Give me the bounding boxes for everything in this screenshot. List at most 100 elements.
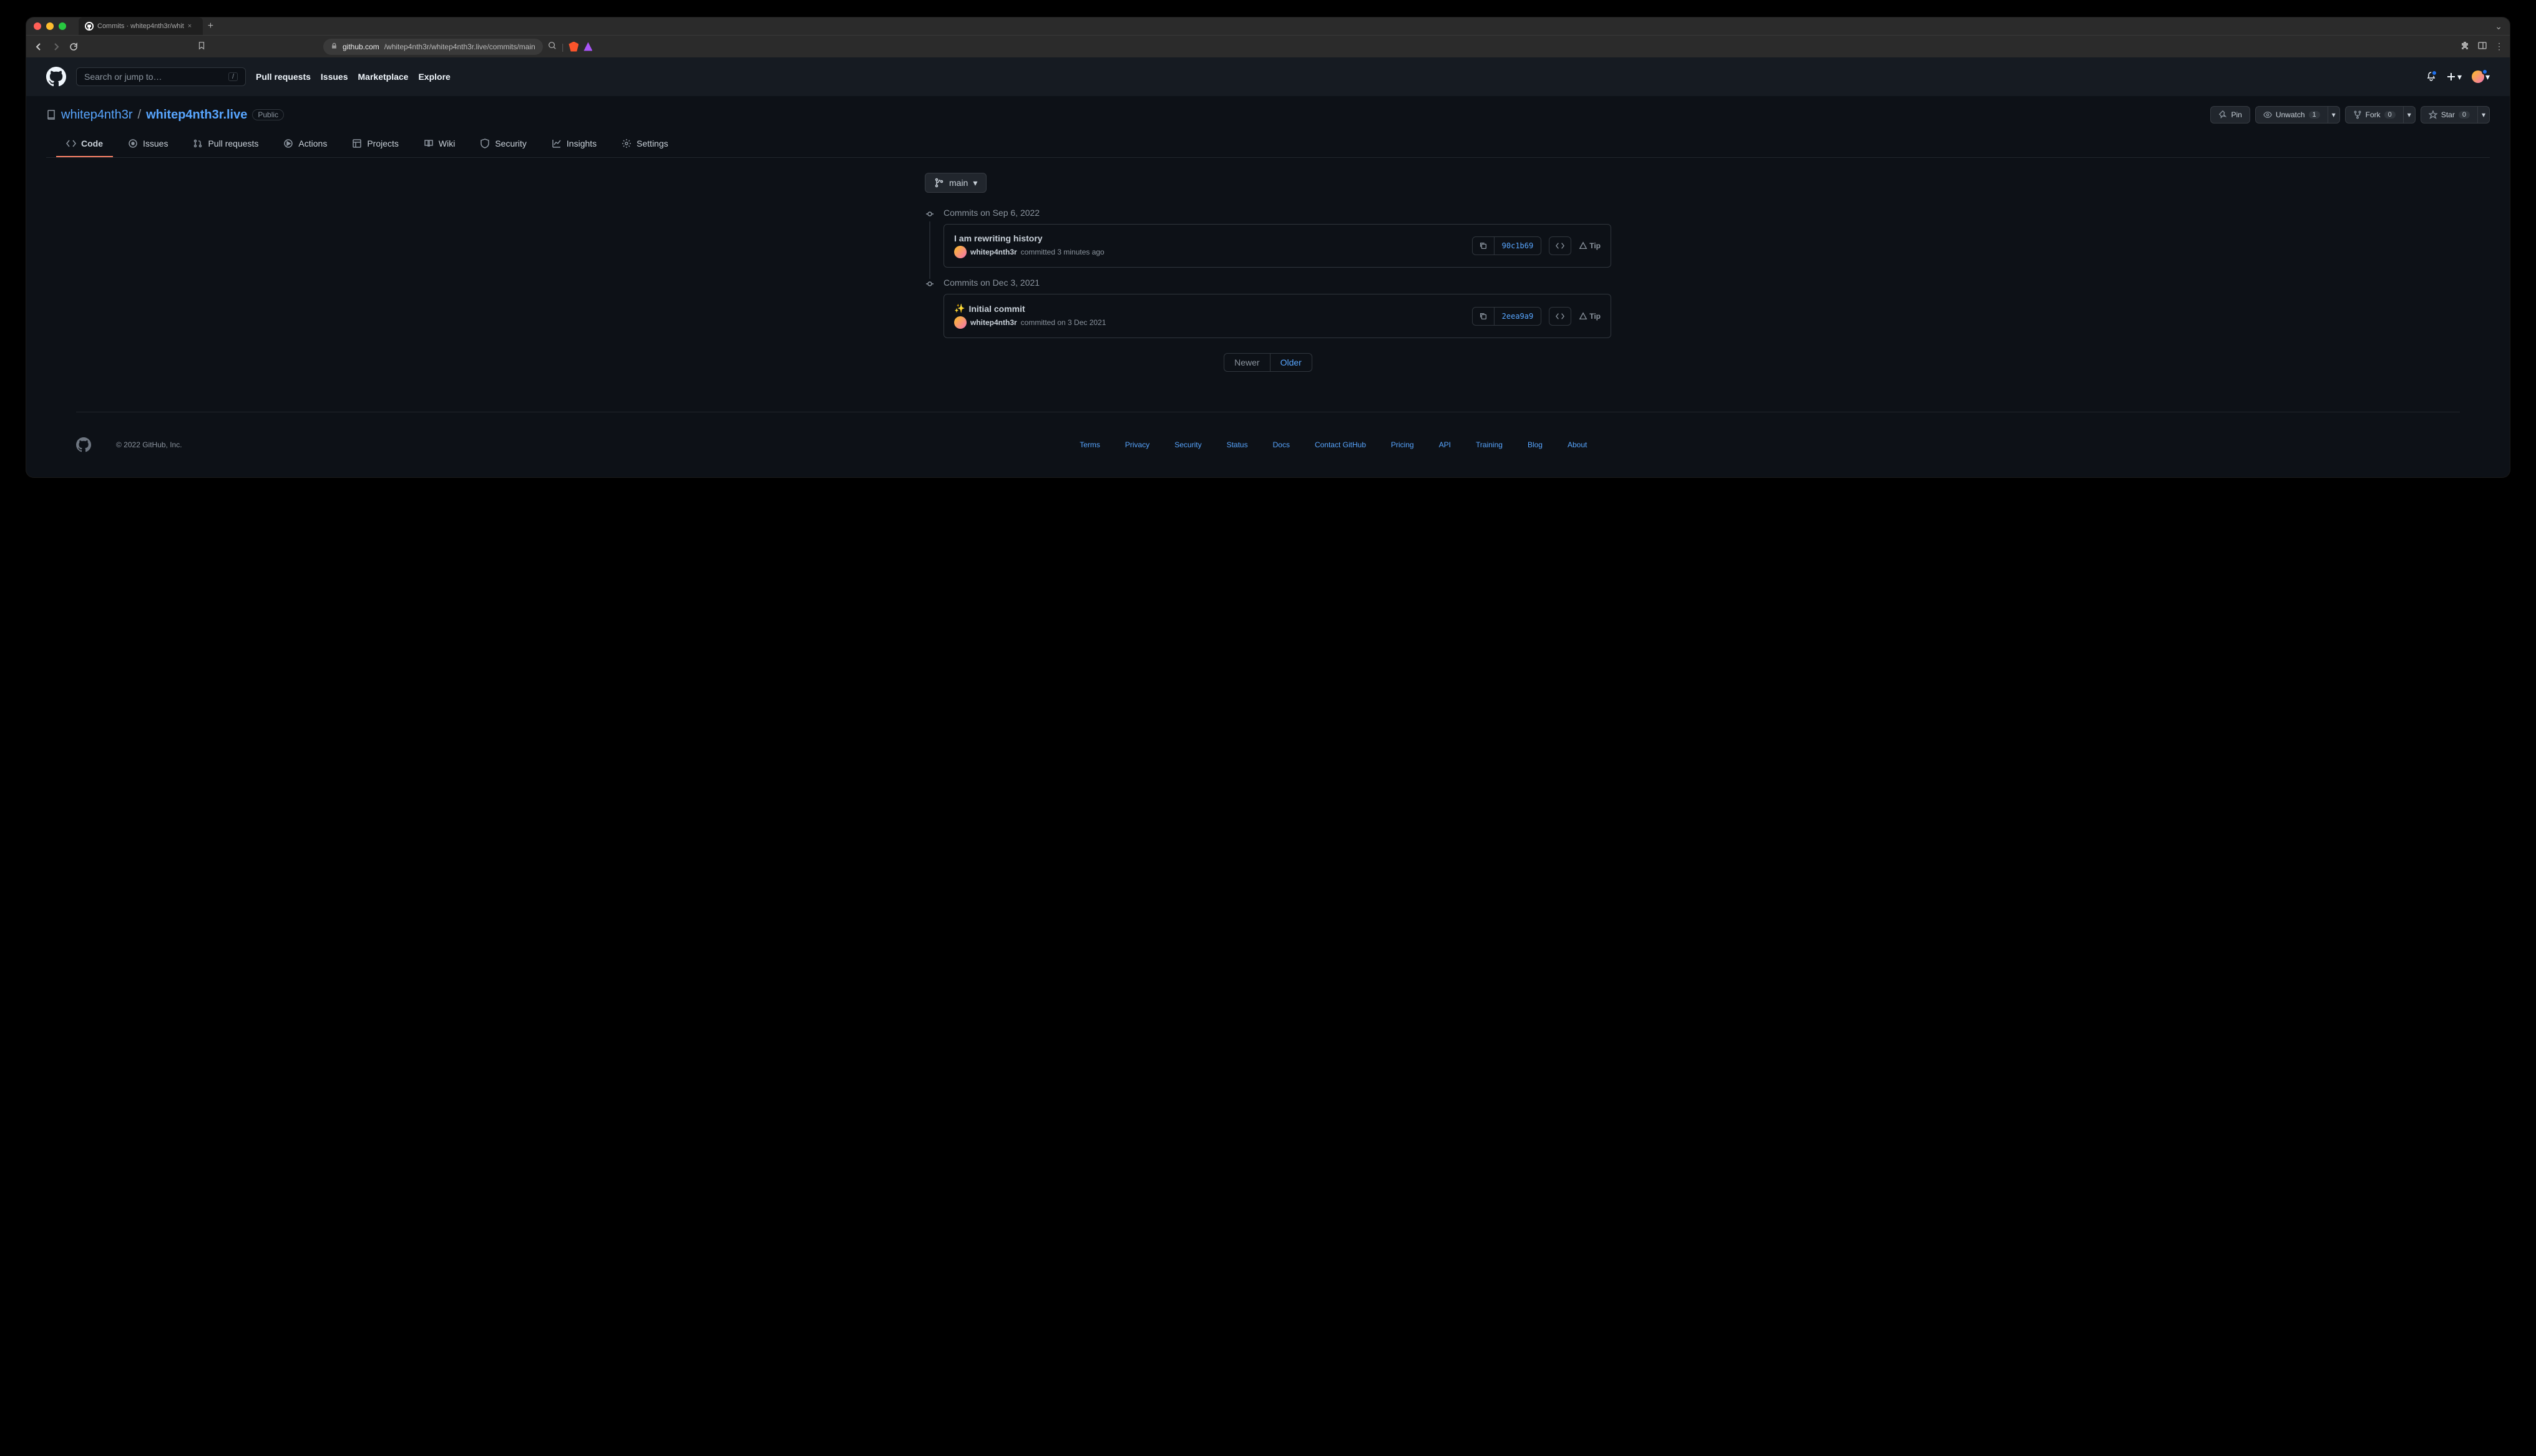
star-button[interactable]: Star0 (2421, 106, 2478, 124)
github-logo[interactable] (46, 67, 66, 87)
new-tab-button[interactable]: + (208, 21, 213, 32)
footer-link-training[interactable]: Training (1476, 440, 1503, 449)
tab-code[interactable]: Code (56, 133, 113, 157)
tip-button[interactable]: Tip (1579, 312, 1601, 321)
browser-window: Commits · whitep4nth3r/whit × + ⌄ github… (26, 17, 2510, 477)
github-mark-icon[interactable] (76, 437, 91, 452)
tab-issues[interactable]: Issues (118, 133, 178, 157)
browse-code-button[interactable] (1549, 307, 1571, 326)
global-nav: Pull requests Issues Marketplace Explore (256, 72, 451, 82)
pin-button[interactable]: Pin (2210, 106, 2250, 124)
star-icon (2429, 110, 2437, 119)
repo-actions: Pin Unwatch1 ▾ Fork0 ▾ Star0 ▾ (2210, 106, 2490, 124)
footer-link-about[interactable]: About (1568, 440, 1587, 449)
footer-link-api[interactable]: API (1439, 440, 1451, 449)
copy-icon (1479, 241, 1488, 250)
graph-icon (552, 138, 562, 148)
owner-link[interactable]: whitep4nth3r (61, 108, 133, 122)
footer-link-status[interactable]: Status (1227, 440, 1248, 449)
copy-sha-button[interactable] (1472, 236, 1495, 255)
footer-links: Terms Privacy Security Status Docs Conta… (207, 440, 2460, 449)
footer-link-contact[interactable]: Contact GitHub (1315, 440, 1366, 449)
url-path: /whitep4nth3r/whitep4nth3r.live/commits/… (384, 42, 535, 51)
brave-rewards-icon[interactable] (583, 42, 592, 51)
sidebar-icon[interactable] (2477, 41, 2487, 52)
brave-shield-icon[interactable] (568, 42, 578, 52)
shield-icon (480, 138, 490, 148)
tip-icon (1579, 312, 1587, 321)
github-favicon (85, 22, 94, 31)
author-avatar[interactable] (954, 316, 967, 329)
star-dropdown[interactable]: ▾ (2478, 106, 2490, 124)
footer-link-blog[interactable]: Blog (1528, 440, 1543, 449)
nav-pull-requests[interactable]: Pull requests (256, 72, 311, 82)
sha-link[interactable]: 2eea9a9 (1495, 307, 1542, 326)
close-tab-icon[interactable]: × (188, 22, 197, 30)
create-new-button[interactable]: ▾ (2446, 72, 2462, 82)
author-avatar[interactable] (954, 246, 967, 258)
commit-marker-icon (925, 279, 935, 289)
branch-icon (934, 178, 944, 188)
chevron-down-icon: ▾ (2482, 110, 2485, 119)
footer-link-security[interactable]: Security (1174, 440, 1201, 449)
minimize-window-button[interactable] (46, 22, 54, 30)
branch-selector[interactable]: main ▾ (925, 173, 987, 193)
notifications-button[interactable] (2426, 71, 2436, 83)
author-link[interactable]: whitep4nth3r (970, 248, 1017, 256)
issue-icon (128, 138, 138, 148)
tab-wiki[interactable]: Wiki (414, 133, 465, 157)
copyright: © 2022 GitHub, Inc. (116, 440, 182, 449)
sha-link[interactable]: 90c1b69 (1495, 236, 1542, 255)
nav-marketplace[interactable]: Marketplace (358, 72, 409, 82)
maximize-window-button[interactable] (59, 22, 66, 30)
visibility-badge: Public (252, 109, 284, 120)
commit-message[interactable]: ✨Initial commit (954, 303, 1472, 314)
reload-button[interactable] (67, 42, 80, 52)
url-field[interactable]: github.com/whitep4nth3r/whitep4nth3r.liv… (323, 39, 543, 55)
url-bar: github.com/whitep4nth3r/whitep4nth3r.liv… (26, 35, 2510, 57)
commit-item: I am rewriting history whitep4nth3r comm… (944, 224, 1611, 268)
tab-pull-requests[interactable]: Pull requests (183, 133, 268, 157)
tab-insights[interactable]: Insights (542, 133, 607, 157)
close-window-button[interactable] (34, 22, 41, 30)
search-input[interactable]: Search or jump to… / (76, 67, 246, 86)
older-button[interactable]: Older (1270, 354, 1312, 371)
commit-group-date: Commits on Sep 6, 2022 (944, 208, 1611, 218)
tabs-dropdown-icon[interactable]: ⌄ (2495, 21, 2502, 32)
commit-time: committed on 3 Dec 2021 (1021, 318, 1106, 327)
tab-actions[interactable]: Actions (273, 133, 337, 157)
fork-button[interactable]: Fork0 (2345, 106, 2404, 124)
book-icon (424, 138, 434, 148)
footer: © 2022 GitHub, Inc. Terms Privacy Securi… (76, 412, 2460, 477)
nav-issues[interactable]: Issues (321, 72, 348, 82)
unwatch-button[interactable]: Unwatch1 (2255, 106, 2328, 124)
browser-tab[interactable]: Commits · whitep4nth3r/whit × (79, 17, 203, 35)
back-button[interactable] (32, 42, 45, 52)
user-menu[interactable]: ▾ (2472, 70, 2490, 83)
browse-code-button[interactable] (1549, 236, 1571, 255)
tab-settings[interactable]: Settings (612, 133, 678, 157)
commit-timeline: Commits on Sep 6, 2022 I am rewriting hi… (925, 208, 1611, 338)
tab-security[interactable]: Security (470, 133, 537, 157)
fork-dropdown[interactable]: ▾ (2404, 106, 2416, 124)
footer-link-privacy[interactable]: Privacy (1125, 440, 1149, 449)
repo-link[interactable]: whitep4nth3r.live (146, 108, 247, 122)
menu-icon[interactable]: ⋮ (2495, 41, 2504, 52)
zoom-icon[interactable] (548, 41, 557, 52)
search-placeholder: Search or jump to… (84, 72, 162, 82)
watch-dropdown[interactable]: ▾ (2328, 106, 2340, 124)
nav-explore[interactable]: Explore (418, 72, 450, 82)
copy-sha-button[interactable] (1472, 307, 1495, 326)
tip-button[interactable]: Tip (1579, 241, 1601, 250)
bookmark-icon[interactable] (197, 41, 206, 52)
pr-icon (193, 138, 203, 148)
footer-link-pricing[interactable]: Pricing (1391, 440, 1414, 449)
extensions-icon[interactable] (2460, 41, 2470, 52)
forward-button[interactable] (50, 42, 62, 52)
author-link[interactable]: whitep4nth3r (970, 318, 1017, 327)
footer-link-docs[interactable]: Docs (1273, 440, 1290, 449)
plus-icon (2446, 72, 2456, 82)
commit-message[interactable]: I am rewriting history (954, 233, 1472, 243)
tab-projects[interactable]: Projects (342, 133, 409, 157)
footer-link-terms[interactable]: Terms (1080, 440, 1100, 449)
